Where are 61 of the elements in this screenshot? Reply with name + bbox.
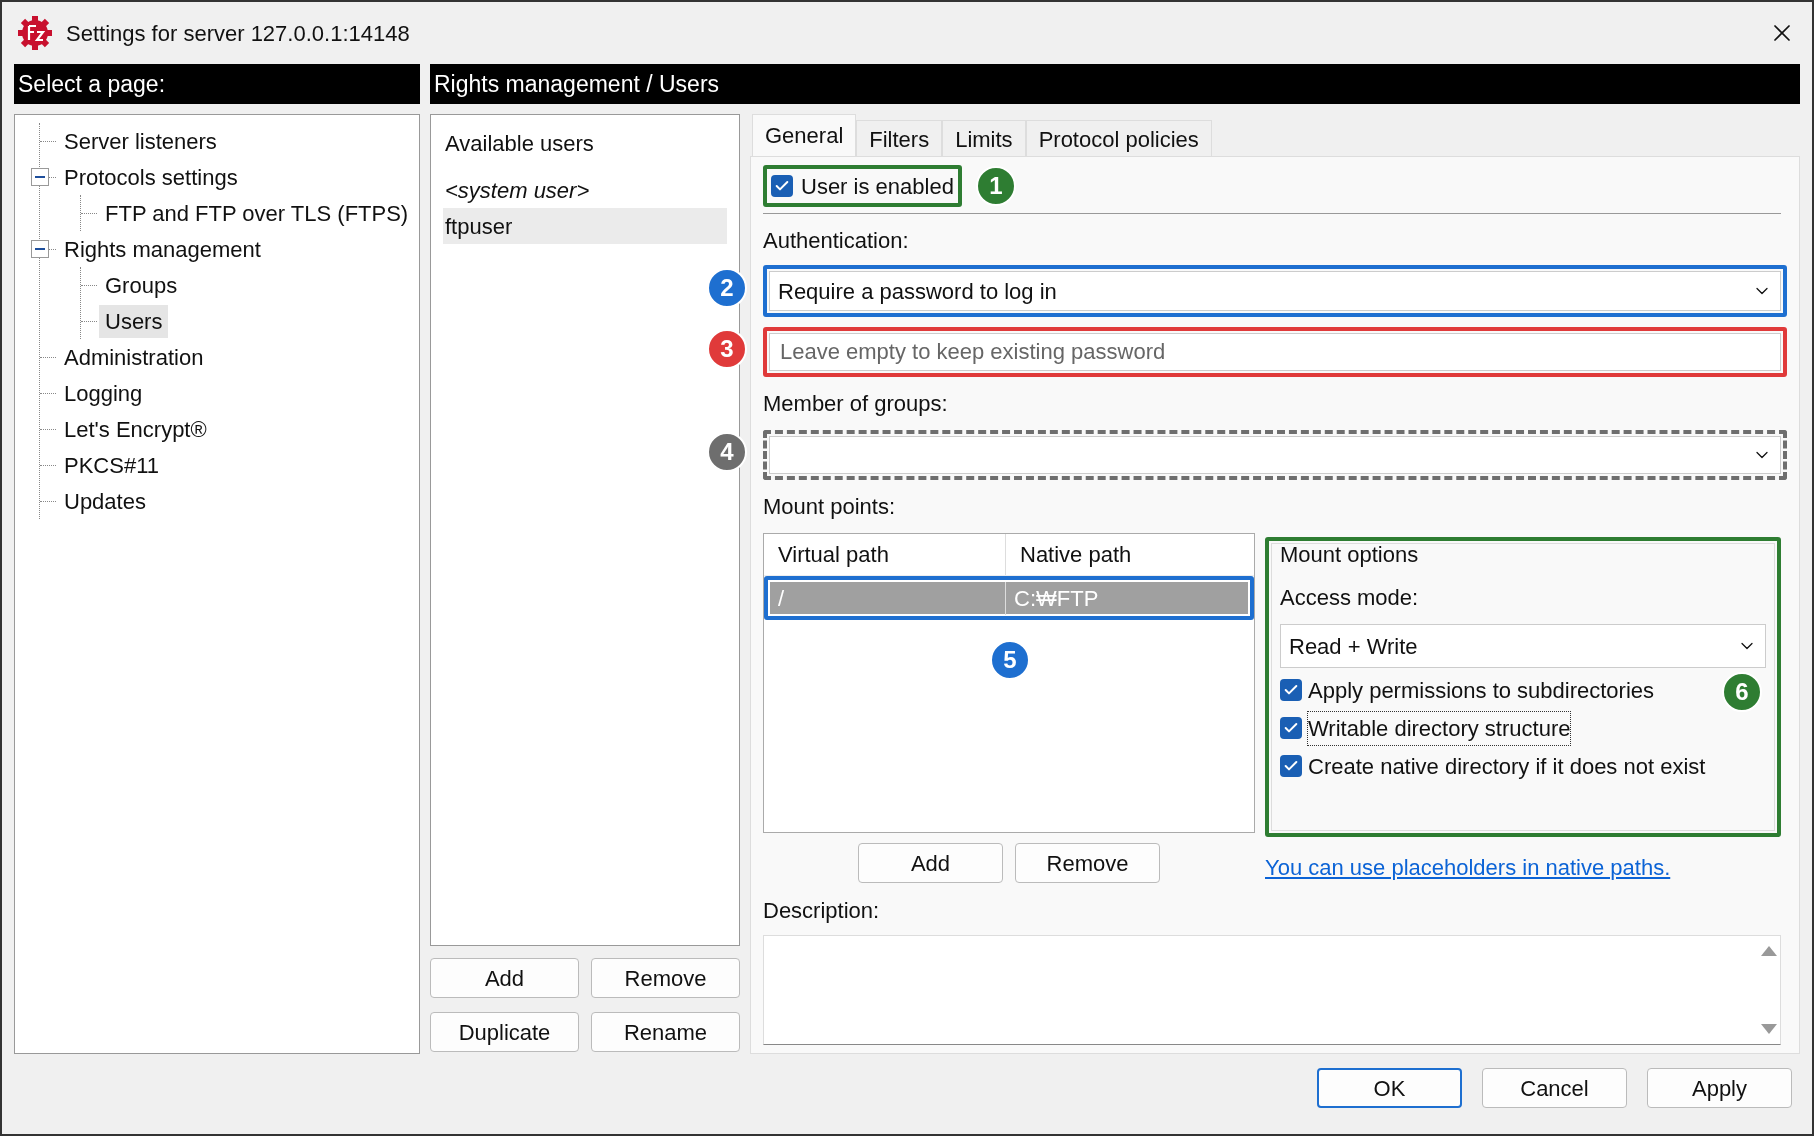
tree-item[interactable]: FTP and FTP over TLS (FTPS) xyxy=(99,196,415,230)
checkbox[interactable] xyxy=(1280,755,1302,777)
tree-item[interactable]: Let's Encrypt® xyxy=(58,412,213,446)
field-label: Mount points: xyxy=(763,493,897,521)
tree-item[interactable]: Protocols settings xyxy=(58,160,244,194)
scroll-up-icon[interactable] xyxy=(1761,946,1777,956)
table-cell: / xyxy=(770,581,1006,615)
tree-item[interactable]: Groups xyxy=(99,268,184,302)
checkbox-label: Writable directory structure xyxy=(1308,711,1571,745)
tab[interactable]: Protocol policies xyxy=(1025,120,1212,156)
callout-badge: 1 xyxy=(975,166,1016,206)
tab[interactable]: Filters xyxy=(856,120,943,156)
tree-item[interactable]: Administration xyxy=(58,340,210,374)
field-label: Description: xyxy=(763,897,881,925)
tree-item[interactable]: Updates xyxy=(58,484,152,518)
button[interactable]: Cancel xyxy=(1482,1068,1627,1108)
placeholders-link[interactable]: You can use placeholders in native paths. xyxy=(1265,851,1781,884)
button[interactable]: Duplicate xyxy=(430,1012,579,1052)
callout-badge: 5 xyxy=(990,640,1030,680)
column-header: Native path xyxy=(1019,541,1133,569)
checkbox[interactable] xyxy=(1280,717,1302,739)
user-list-item[interactable]: ftpuser xyxy=(443,208,727,244)
list-heading: Available users xyxy=(444,130,595,158)
tree-item[interactable]: PKCS#11 xyxy=(58,448,165,482)
tree-item[interactable]: Server listeners xyxy=(58,124,223,158)
password-field[interactable]: Leave empty to keep existing password xyxy=(769,333,1781,371)
checkbox[interactable] xyxy=(1280,679,1302,701)
button[interactable]: Apply xyxy=(1647,1068,1792,1108)
field-label: Member of groups: xyxy=(763,390,949,418)
description-field[interactable] xyxy=(763,935,1781,1045)
user-list-item[interactable]: <system user> xyxy=(443,172,727,208)
access-mode-dropdown[interactable]: Read + Write xyxy=(1280,624,1766,668)
group-title: Mount options xyxy=(1280,541,1420,569)
section-header: Select a page: xyxy=(14,64,420,104)
collapse-icon[interactable] xyxy=(31,168,49,186)
collapse-icon[interactable] xyxy=(31,240,49,258)
tab[interactable]: General xyxy=(752,114,857,156)
button[interactable]: Remove xyxy=(1015,843,1160,883)
button[interactable]: OK xyxy=(1317,1068,1462,1108)
checkbox-label: Create native directory if it does not exist xyxy=(1308,752,1706,781)
button[interactable]: Add xyxy=(430,958,579,998)
window-title: Settings for server 127.0.0.1:14148 xyxy=(66,19,411,48)
authentication-dropdown[interactable]: Require a password to log in xyxy=(769,271,1781,311)
tree-item[interactable]: Users xyxy=(99,304,169,338)
tree-item[interactable]: Rights management xyxy=(58,232,267,266)
table-cell-text: C:₩FTP xyxy=(1013,584,1100,613)
callout-badge: 6 xyxy=(1722,672,1762,712)
button[interactable]: Rename xyxy=(591,1012,740,1052)
field-label: Access mode: xyxy=(1280,584,1420,612)
button[interactable]: Remove xyxy=(591,958,740,998)
section-header: Rights management / Users xyxy=(430,64,1800,104)
checkbox-label: User is enabled xyxy=(801,172,954,201)
field-label: Authentication: xyxy=(763,227,910,255)
checkbox-label: Apply permissions to subdirectories xyxy=(1308,676,1655,705)
column-header: Virtual path xyxy=(764,534,1006,575)
scroll-down-icon[interactable] xyxy=(1761,1024,1777,1034)
tab[interactable]: Limits xyxy=(942,120,1026,156)
checkbox[interactable] xyxy=(771,175,793,197)
tree-item[interactable]: Logging xyxy=(58,376,149,410)
button[interactable]: Add xyxy=(858,843,1003,883)
app-logo-icon xyxy=(18,16,52,50)
